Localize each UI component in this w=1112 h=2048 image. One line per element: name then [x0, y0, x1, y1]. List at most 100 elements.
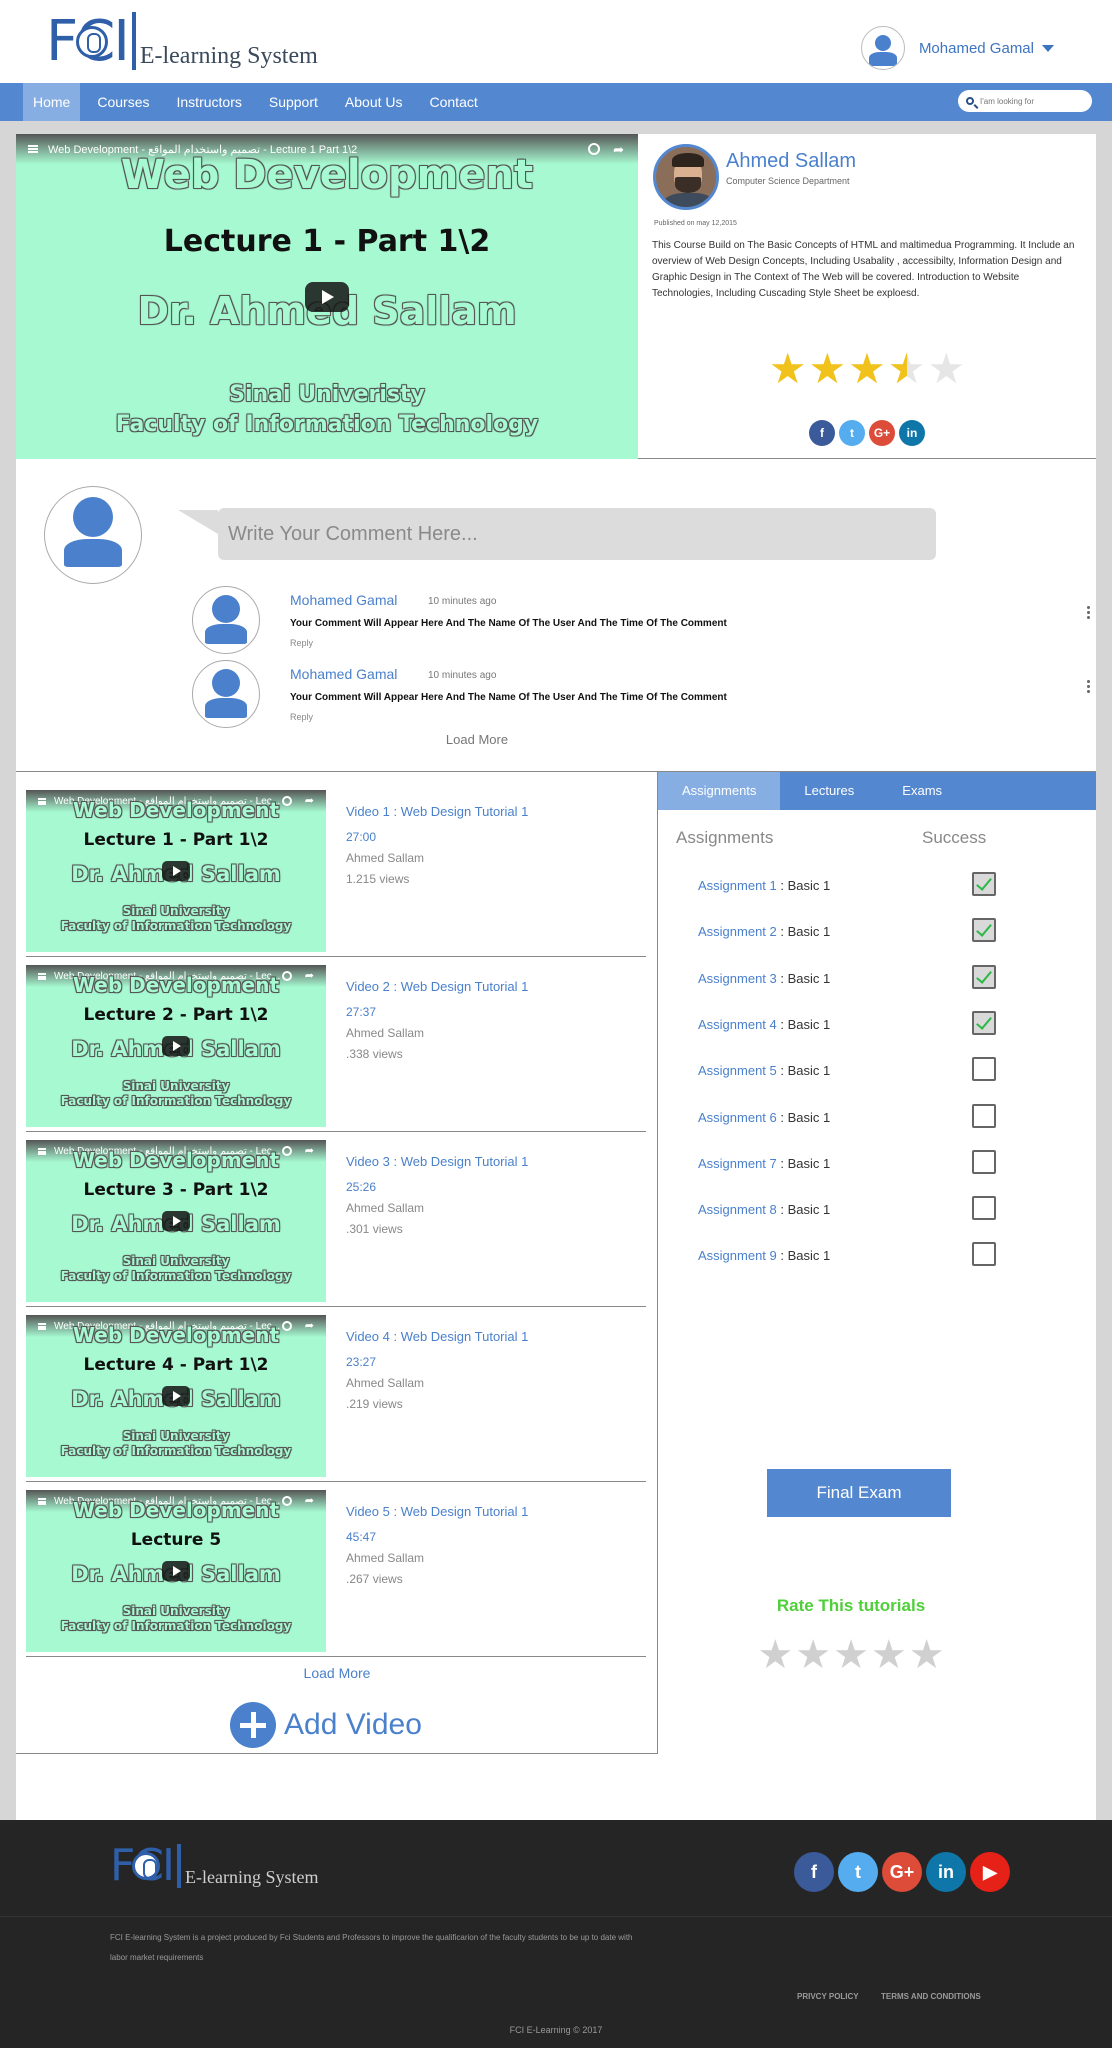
rate-star-icon[interactable]: ★	[909, 1634, 945, 1676]
nav-item-contact[interactable]: Contact	[420, 83, 488, 121]
nav-item-instructors[interactable]: Instructors	[167, 83, 252, 121]
video-list-item[interactable]: Web Development - تصميم واستخدام المواقع…	[26, 1482, 646, 1657]
twitter-icon[interactable]: t	[839, 420, 865, 446]
play-button[interactable]	[162, 1036, 190, 1056]
video-list-item[interactable]: Web Development - تصميم واستخدام المواقع…	[26, 1307, 646, 1482]
user-name[interactable]: Mohamed Gamal	[919, 40, 1034, 57]
search-bar[interactable]	[958, 90, 1092, 112]
tab-exams[interactable]: Exams	[878, 772, 966, 810]
play-button[interactable]	[305, 281, 349, 312]
assignment-link[interactable]: Assignment 3 : Basic 1	[698, 971, 830, 986]
video-list-item[interactable]: Web Development - تصميم واستخدام المواقع…	[26, 957, 646, 1132]
video-title[interactable]: Video 4 : Web Design Tutorial 1	[346, 1329, 528, 1344]
assignment-name[interactable]: Assignment 6	[698, 1110, 777, 1125]
video-title[interactable]: Video 5 : Web Design Tutorial 1	[346, 1504, 528, 1519]
add-video-button[interactable]: Add Video	[230, 1702, 422, 1748]
more-options-icon[interactable]	[1086, 606, 1090, 621]
video-list-item[interactable]: Web Development - تصميم واستخدام المواقع…	[26, 1132, 646, 1307]
success-checkbox[interactable]	[972, 918, 996, 943]
video-thumbnail[interactable]: Web Development - تصميم واستخدام المواقع…	[26, 965, 326, 1127]
linkedin-icon[interactable]: in	[926, 1852, 966, 1892]
rate-star-icon[interactable]: ★	[795, 1634, 831, 1676]
tab-lectures[interactable]: Lectures	[780, 772, 878, 810]
site-logo[interactable]: FCI E-learning System	[46, 10, 318, 70]
play-button[interactable]	[162, 1386, 190, 1406]
assignment-name[interactable]: Assignment 5	[698, 1063, 777, 1078]
play-button[interactable]	[162, 1561, 190, 1581]
chevron-down-icon[interactable]	[1042, 44, 1054, 52]
assignment-link[interactable]: Assignment 4 : Basic 1	[698, 1017, 830, 1032]
success-checkbox[interactable]	[972, 964, 996, 989]
assignment-name[interactable]: Assignment 9	[698, 1248, 777, 1263]
comment-user[interactable]: Mohamed Gamal	[290, 592, 397, 608]
assignment-name[interactable]: Assignment 2	[698, 924, 777, 939]
terms-link[interactable]: TERMS AND CONDITIONS	[881, 1992, 981, 2001]
rate-star-icon[interactable]: ★	[871, 1634, 907, 1676]
nav-item-courses[interactable]: Courses	[87, 83, 159, 121]
video-list-item[interactable]: Web Development - تصميم واستخدام المواقع…	[26, 782, 646, 957]
success-checkbox[interactable]	[972, 1103, 996, 1128]
assignment-name[interactable]: Assignment 3	[698, 971, 777, 986]
video-thumbnail[interactable]: Web Development - تصميم واستخدام المواقع…	[26, 1315, 326, 1477]
instructor-photo[interactable]	[653, 144, 719, 210]
success-checkbox[interactable]	[972, 1196, 996, 1221]
footer-logo[interactable]: FCI E-learning System	[110, 1838, 319, 1888]
assignment-link[interactable]: Assignment 7 : Basic 1	[698, 1156, 830, 1171]
assignment-link[interactable]: Assignment 5 : Basic 1	[698, 1063, 830, 1078]
comment-user[interactable]: Mohamed Gamal	[290, 666, 397, 682]
assignment-link[interactable]: Assignment 8 : Basic 1	[698, 1202, 830, 1217]
assignment-link[interactable]: Assignment 6 : Basic 1	[698, 1110, 830, 1125]
plus-icon[interactable]	[230, 1702, 276, 1748]
assignment-link[interactable]: Assignment 2 : Basic 1	[698, 924, 830, 939]
rate-star-icon[interactable]: ★	[833, 1634, 869, 1676]
nav-item-about-us[interactable]: About Us	[335, 83, 413, 121]
facebook-icon[interactable]: f	[809, 420, 835, 446]
rate-tutorials-stars[interactable]: ★ ★ ★ ★ ★	[658, 1634, 1044, 1676]
add-video-label[interactable]: Add Video	[284, 1708, 422, 1742]
video-title[interactable]: Video 1 : Web Design Tutorial 1	[346, 804, 528, 819]
success-checkbox[interactable]	[972, 1010, 996, 1035]
play-button[interactable]	[162, 1211, 190, 1231]
commenter-avatar[interactable]	[192, 586, 260, 654]
assignment-name[interactable]: Assignment 7	[698, 1156, 777, 1171]
comment-input[interactable]: Write Your Comment Here...	[178, 508, 936, 560]
privacy-policy-link[interactable]: PRIVCY POLICY	[797, 1992, 859, 2001]
assignment-name[interactable]: Assignment 4	[698, 1017, 777, 1032]
search-input[interactable]	[980, 96, 1080, 106]
nav-item-home[interactable]: Home	[23, 83, 81, 121]
user-menu[interactable]: Mohamed Gamal	[860, 26, 1054, 70]
commenter-avatar[interactable]	[192, 660, 260, 728]
load-more-comments[interactable]: Load More	[16, 732, 938, 747]
youtube-icon[interactable]: ▶	[970, 1852, 1010, 1892]
video-player[interactable]: Web Development - تصميم واستخدام المواقع…	[16, 134, 638, 459]
facebook-icon[interactable]: f	[794, 1852, 834, 1892]
load-more-videos[interactable]: Load More	[16, 1665, 658, 1681]
play-button[interactable]	[162, 861, 190, 881]
rate-star-icon[interactable]: ★	[757, 1634, 793, 1676]
instructor-name[interactable]: Ahmed Sallam	[726, 150, 856, 173]
google-plus-icon[interactable]: G+	[869, 420, 895, 446]
linkedin-icon[interactable]: in	[899, 420, 925, 446]
search-icon[interactable]	[966, 97, 974, 105]
assignment-name[interactable]: Assignment 1	[698, 878, 777, 893]
success-checkbox[interactable]	[972, 1149, 996, 1174]
reply-link[interactable]: Reply	[290, 638, 313, 648]
assignment-link[interactable]: Assignment 1 : Basic 1	[698, 878, 830, 893]
tab-assignments[interactable]: Assignments	[658, 772, 781, 810]
assignment-link[interactable]: Assignment 9 : Basic 1	[698, 1248, 830, 1263]
success-checkbox[interactable]	[972, 1057, 996, 1082]
video-thumbnail[interactable]: Web Development - تصميم واستخدام المواقع…	[26, 1140, 326, 1302]
assignment-name[interactable]: Assignment 8	[698, 1202, 777, 1217]
google-plus-icon[interactable]: G+	[882, 1852, 922, 1892]
final-exam-button[interactable]: Final Exam	[767, 1469, 951, 1517]
more-options-icon[interactable]	[1086, 680, 1090, 695]
video-title[interactable]: Video 2 : Web Design Tutorial 1	[346, 979, 528, 994]
video-title[interactable]: Video 3 : Web Design Tutorial 1	[346, 1154, 528, 1169]
twitter-icon[interactable]: t	[838, 1852, 878, 1892]
success-checkbox[interactable]	[972, 872, 996, 896]
user-avatar[interactable]	[860, 26, 905, 70]
video-thumbnail[interactable]: Web Development - تصميم واستخدام المواقع…	[26, 790, 326, 952]
success-checkbox[interactable]	[972, 1242, 996, 1267]
video-thumbnail[interactable]: Web Development - تصميم واستخدام المواقع…	[26, 1490, 326, 1652]
nav-item-support[interactable]: Support	[259, 83, 328, 121]
